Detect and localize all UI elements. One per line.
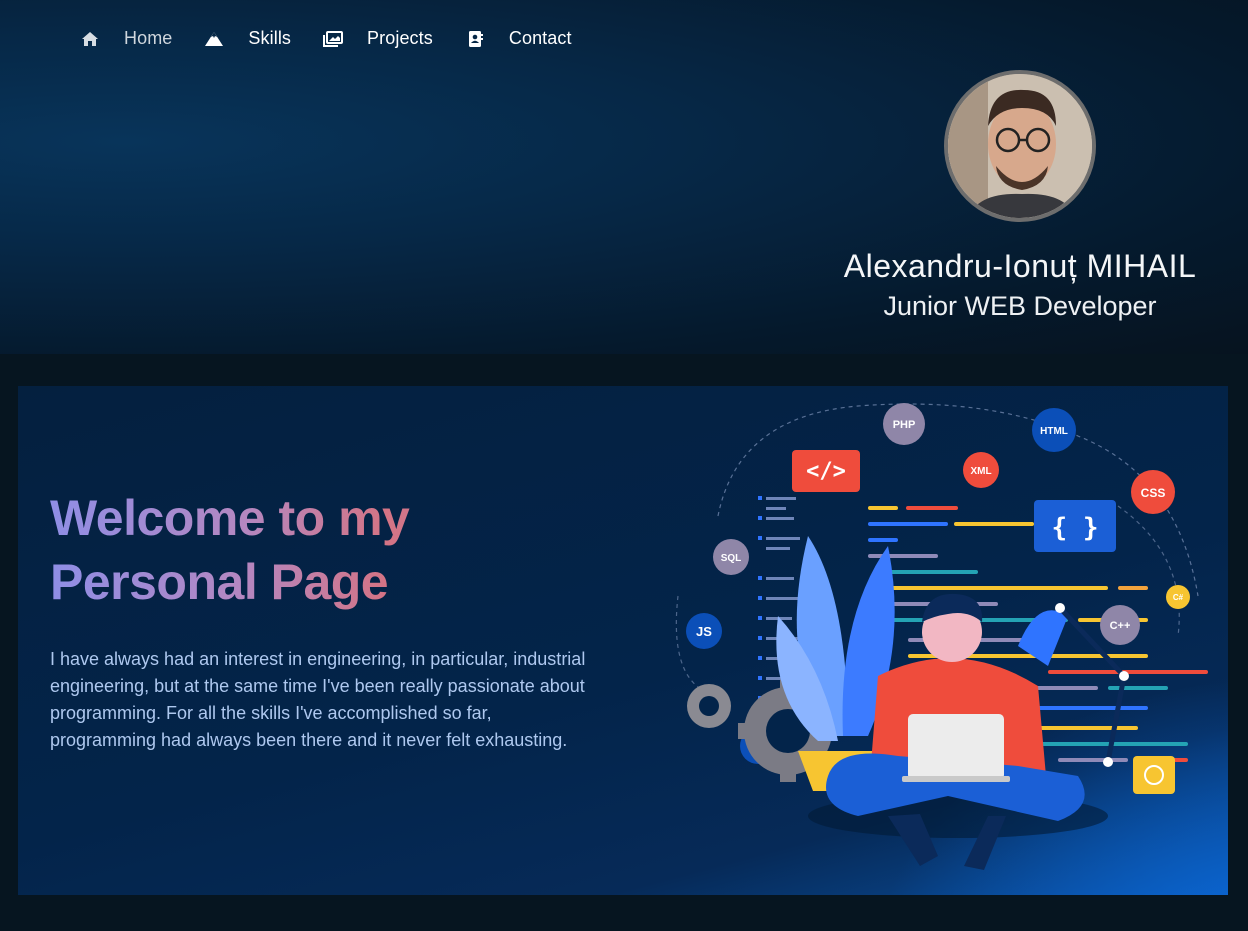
svg-text:CSS: CSS bbox=[1141, 486, 1166, 500]
nav-item-home[interactable]: Home bbox=[80, 28, 172, 49]
hero-description: I have always had an interest in enginee… bbox=[50, 649, 586, 750]
tag-php: PHP bbox=[883, 403, 925, 445]
svg-text:C++: C++ bbox=[1110, 620, 1131, 632]
tag-csharp-small: C# bbox=[1166, 585, 1190, 609]
svg-text:{ }: { } bbox=[1052, 513, 1099, 543]
mountain-icon bbox=[204, 29, 224, 49]
tag-html: HTML bbox=[1032, 408, 1076, 452]
avatar bbox=[944, 70, 1096, 222]
tag-cpp: C++ bbox=[1100, 605, 1140, 645]
developer-illustration: </> { } PHP HTML XML CSS SQL JS C# C++ C… bbox=[675, 403, 1208, 870]
svg-text:</>: </> bbox=[806, 459, 846, 484]
profile-role: Junior WEB Developer bbox=[883, 291, 1157, 321]
home-icon bbox=[80, 29, 100, 49]
main-nav: Home Skills Projects Contact bbox=[80, 28, 604, 49]
nav-label-skills: Skills bbox=[248, 28, 292, 48]
tag-sql: SQL bbox=[713, 539, 749, 575]
nav-label-home: Home bbox=[124, 28, 173, 48]
tag-xml: XML bbox=[963, 452, 999, 488]
svg-text:HTML: HTML bbox=[1040, 426, 1068, 437]
svg-text:SQL: SQL bbox=[721, 553, 742, 564]
nav-label-contact: Contact bbox=[508, 28, 572, 48]
nav-item-projects[interactable]: Projects bbox=[323, 28, 433, 49]
svg-text:XML: XML bbox=[970, 466, 991, 477]
address-book-icon bbox=[465, 29, 485, 49]
hero-title: Welcome to my Personal Page bbox=[50, 486, 610, 614]
nav-item-contact[interactable]: Contact bbox=[465, 28, 572, 49]
braces-icon: { } bbox=[1034, 500, 1116, 552]
svg-text:C#: C# bbox=[1173, 593, 1184, 602]
svg-text:PHP: PHP bbox=[893, 419, 916, 431]
hero-section: Welcome to my Personal Page I have alway… bbox=[18, 386, 1228, 895]
profile-name: Alexandru-Ionuț MIHAIL bbox=[843, 248, 1197, 284]
images-icon bbox=[323, 29, 344, 49]
profile-card: Alexandru-Ionuț MIHAIL Junior WEB Develo… bbox=[830, 70, 1210, 322]
tag-js: JS bbox=[686, 613, 722, 649]
code-tag-icon: </> bbox=[792, 450, 860, 492]
nav-item-skills[interactable]: Skills bbox=[204, 28, 291, 49]
nav-label-projects: Projects bbox=[367, 28, 433, 48]
svg-text:JS: JS bbox=[696, 624, 712, 639]
header: Home Skills Projects Contact Alexandru-I… bbox=[0, 0, 1248, 354]
tag-css: CSS bbox=[1131, 470, 1175, 514]
